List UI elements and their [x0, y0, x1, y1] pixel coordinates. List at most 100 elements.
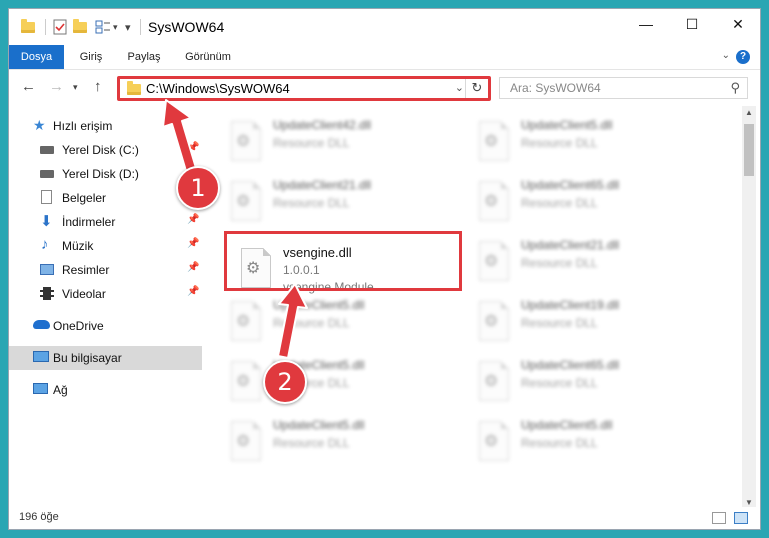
- dll-file-icon: ⚙: [231, 121, 261, 161]
- view-options-icon[interactable]: [95, 18, 111, 36]
- file-name: UpdateClient21.dll: [521, 238, 620, 252]
- sidebar-item-onedrive[interactable]: OneDrive: [9, 314, 202, 338]
- close-button[interactable]: ✕: [715, 9, 760, 39]
- scroll-thumb[interactable]: [744, 124, 754, 176]
- file-description: Resource DLL: [273, 136, 350, 150]
- sidebar-item-label: İndirmeler: [62, 215, 116, 229]
- file-item[interactable]: ⚙ UpdateClient21.dll Resource DLL: [467, 234, 703, 290]
- file-item[interactable]: ⚙ UpdateClient5.dll Resource DLL: [219, 354, 455, 410]
- ribbon-expand-icon[interactable]: ⌄: [722, 50, 730, 61]
- sidebar-item-label: Resimler: [62, 263, 110, 277]
- file-name: vsengine.dll: [283, 245, 352, 260]
- sidebar-item-label: Belgeler: [62, 191, 107, 205]
- file-item[interactable]: ⚙ UpdateClient42.dll Resource DLL: [219, 114, 455, 170]
- star-icon: ★: [33, 117, 46, 133]
- sidebar-item-network[interactable]: Ağ: [9, 378, 202, 402]
- tab-file[interactable]: Dosya: [9, 45, 64, 69]
- download-arrow-icon: ⬇: [40, 213, 53, 230]
- dll-file-icon: ⚙: [479, 181, 509, 221]
- file-item[interactable]: ⚙ UpdateClient65.dll Resource DLL: [467, 354, 703, 410]
- properties-icon[interactable]: [53, 18, 67, 36]
- navigation-bar: ← → ▾ ↑ C:\Windows\SysWOW64 ⌄ ↻ Ara: Sys…: [9, 70, 760, 104]
- tab-home[interactable]: Giriş: [69, 45, 113, 69]
- maximize-button[interactable]: ☐: [669, 9, 715, 39]
- pin-icon[interactable]: 📌: [187, 142, 199, 153]
- sidebar-item-label: OneDrive: [53, 319, 104, 333]
- pin-icon[interactable]: 📌: [187, 238, 199, 249]
- sidebar-item-music[interactable]: ♪ Müzik 📌: [9, 234, 202, 258]
- sidebar-item-label: Ağ: [53, 383, 68, 397]
- file-description: Resource DLL: [521, 136, 598, 150]
- sidebar-item-label: Bu bilgisayar: [53, 351, 122, 365]
- drive-icon: [40, 170, 54, 178]
- address-dropdown-icon[interactable]: ⌄: [455, 81, 464, 94]
- navigation-pane: ★ Hızlı erişim Yerel Disk (C:) 📌 Yerel D…: [9, 106, 204, 506]
- folder-icon[interactable]: [21, 18, 35, 36]
- vertical-scrollbar[interactable]: ▲ ▼: [742, 106, 756, 510]
- sidebar-item-label: Hızlı erişim: [53, 119, 113, 133]
- file-item[interactable]: ⚙ UpdateClient5.dll Resource DLL: [467, 414, 703, 470]
- search-input[interactable]: Ara: SysWOW64: [510, 81, 601, 95]
- dll-file-icon: ⚙: [231, 361, 261, 401]
- computer-icon: [33, 351, 49, 362]
- search-box[interactable]: Ara: SysWOW64 ⚲: [499, 77, 748, 99]
- step-badge-1: 1: [176, 166, 220, 210]
- file-item[interactable]: ⚙ UpdateClient19.dll Resource DLL: [467, 294, 703, 350]
- file-description: Resource DLL: [521, 196, 598, 210]
- refresh-icon[interactable]: ↻: [465, 78, 488, 98]
- file-name: UpdateClient5.dll: [273, 298, 365, 312]
- file-description: Resource DLL: [273, 196, 350, 210]
- file-name: UpdateClient65.dll: [521, 178, 620, 192]
- sidebar-item-pictures[interactable]: Resimler 📌: [9, 258, 202, 282]
- sidebar-item-local-disk-c[interactable]: Yerel Disk (C:) 📌: [9, 138, 202, 162]
- qa-dropdown-icon[interactable]: ▾: [113, 18, 118, 36]
- sidebar-item-label: Yerel Disk (C:): [62, 143, 139, 157]
- toolbar-divider: [45, 19, 46, 35]
- tiles-view-icon[interactable]: [734, 512, 748, 524]
- sidebar-item-downloads[interactable]: ⬇ İndirmeler 📌: [9, 210, 202, 234]
- file-item-vsengine[interactable]: ⚙ vsengine.dll 1.0.0.1 vsengine Module: [229, 241, 465, 297]
- pin-icon[interactable]: 📌: [187, 262, 199, 273]
- file-name: UpdateClient5.dll: [521, 118, 613, 132]
- file-list: ⚙ UpdateClient42.dll Resource DLL ⚙ Upda…: [219, 106, 739, 508]
- tab-share[interactable]: Paylaş: [119, 45, 169, 69]
- file-item[interactable]: ⚙ UpdateClient65.dll Resource DLL: [467, 174, 703, 230]
- explorer-window: ▾ ▾ SysWOW64 — ☐ ✕ Dosya Giriş Paylaş Gö…: [8, 8, 761, 530]
- recent-locations-icon[interactable]: ▾: [73, 82, 78, 93]
- dll-file-icon: ⚙: [231, 181, 261, 221]
- details-view-icon[interactable]: [712, 512, 726, 524]
- dll-file-icon: ⚙: [479, 361, 509, 401]
- sidebar-item-videos[interactable]: Videolar 📌: [9, 282, 202, 306]
- help-icon[interactable]: ?: [736, 50, 750, 64]
- sidebar-item-local-disk-d[interactable]: Yerel Disk (D:): [9, 162, 202, 186]
- scroll-up-icon[interactable]: ▲: [742, 106, 756, 120]
- dll-file-icon: ⚙: [231, 421, 261, 461]
- file-description: Resource DLL: [521, 256, 598, 270]
- address-path[interactable]: C:\Windows\SysWOW64: [146, 81, 290, 96]
- dll-file-icon: ⚙: [231, 301, 261, 341]
- new-folder-icon[interactable]: [73, 18, 87, 36]
- address-bar[interactable]: C:\Windows\SysWOW64 ⌄ ↻: [119, 77, 489, 99]
- file-item[interactable]: ⚙ UpdateClient5.dll Resource DLL: [219, 414, 455, 470]
- file-description: vsengine Module: [283, 280, 374, 294]
- sidebar-item-this-pc[interactable]: Bu bilgisayar: [9, 346, 202, 370]
- back-arrow-icon[interactable]: ←: [21, 78, 36, 95]
- forward-arrow-icon[interactable]: →: [49, 78, 64, 95]
- customize-qa-icon[interactable]: ▾: [125, 18, 131, 36]
- title-bar: ▾ ▾ SysWOW64 — ☐ ✕: [9, 9, 760, 45]
- up-arrow-icon[interactable]: ↑: [94, 78, 102, 95]
- document-icon: [41, 190, 52, 204]
- sidebar-item-quick-access[interactable]: ★ Hızlı erişim: [9, 114, 202, 138]
- search-icon[interactable]: ⚲: [730, 80, 740, 96]
- file-item[interactable]: ⚙ UpdateClient5.dll Resource DLL: [219, 294, 455, 350]
- pin-icon[interactable]: 📌: [187, 214, 199, 225]
- file-description: Resource DLL: [273, 436, 350, 450]
- picture-icon: [40, 264, 54, 275]
- dll-file-icon: ⚙: [479, 121, 509, 161]
- pin-icon[interactable]: 📌: [187, 286, 199, 297]
- tab-view[interactable]: Görünüm: [177, 45, 239, 69]
- file-item[interactable]: ⚙ UpdateClient5.dll Resource DLL: [467, 114, 703, 170]
- minimize-button[interactable]: —: [623, 9, 669, 39]
- sidebar-item-documents[interactable]: Belgeler: [9, 186, 202, 210]
- file-item[interactable]: ⚙ UpdateClient21.dll Resource DLL: [219, 174, 455, 230]
